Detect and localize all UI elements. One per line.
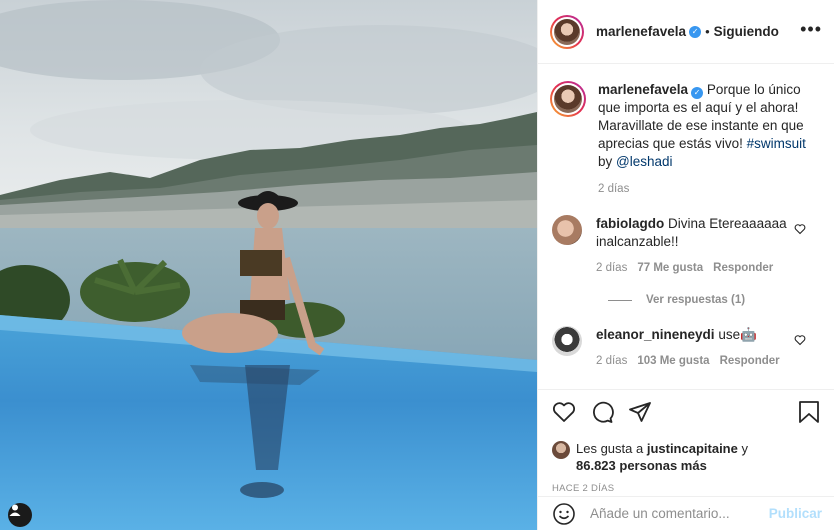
save-bookmark-icon[interactable] — [798, 400, 820, 424]
like-comment-heart-icon[interactable] — [794, 334, 806, 346]
publish-button[interactable]: Publicar — [769, 506, 822, 521]
likes-summary: Les gusta a justincapitaine y 86.823 per… — [552, 440, 820, 474]
post-header: marlenefavela ✓ • Siguiendo ••• — [538, 0, 834, 64]
hashtag-link[interactable]: #swimsuit — [747, 136, 806, 151]
caption-text: marlenefavela ✓ Porque lo único que impor… — [598, 81, 813, 171]
post-photo[interactable] — [0, 0, 537, 530]
tagged-users-button[interactable] — [8, 503, 32, 527]
share-send-icon[interactable] — [628, 400, 652, 424]
instagram-post: marlenefavela ✓ • Siguiendo ••• marlenef… — [0, 0, 834, 530]
author-username[interactable]: marlenefavela — [596, 24, 686, 39]
likes-count[interactable]: 86.823 personas más — [576, 458, 707, 473]
comment-username[interactable]: eleanor_nineneydi — [596, 327, 715, 342]
comment-text: eleanor_nineneydi use🤖 — [596, 326, 796, 344]
comment-meta: 2 días 77 Me gusta Responder — [596, 262, 796, 274]
liker-username[interactable]: justincapitaine — [647, 441, 738, 456]
reply-button[interactable]: Responder — [720, 355, 780, 367]
caption-username[interactable]: marlenefavela — [598, 82, 688, 97]
replies-divider — [608, 299, 632, 301]
verified-badge-icon: ✓ — [689, 25, 702, 38]
comment-likes[interactable]: 77 Me gusta — [637, 262, 703, 274]
follow-status-button[interactable]: Siguiendo — [714, 24, 779, 39]
emoji-smiley-icon[interactable] — [552, 502, 576, 526]
comment-item: eleanor_nineneydi use🤖 2 días 103 Me gus… — [550, 326, 820, 367]
commenter-avatar[interactable] — [552, 215, 582, 245]
photo-illustration — [0, 0, 537, 530]
post-actions: Les gusta a justincapitaine y 86.823 per… — [538, 389, 834, 494]
comment-username[interactable]: fabiolagdo — [596, 216, 664, 231]
post-date[interactable]: HACE 2 DÍAS — [552, 483, 820, 494]
likes-suffix: y — [737, 441, 748, 456]
comment-item: fabiolagdo Divina Etereaaaaaa inalcanzab… — [550, 215, 820, 274]
comment-bubble-icon[interactable] — [590, 400, 614, 424]
post-side-panel: marlenefavela ✓ • Siguiendo ••• marlenef… — [537, 0, 834, 530]
liker-avatar[interactable] — [552, 441, 570, 459]
mention-link[interactable]: @leshadi — [616, 154, 673, 169]
view-replies-button[interactable]: Ver respuestas (1) — [608, 294, 820, 306]
comment-input[interactable] — [590, 506, 769, 521]
caption-by: by — [598, 154, 617, 169]
separator-dot: • — [705, 24, 710, 39]
comment-time[interactable]: 2 días — [596, 355, 627, 367]
comments-list[interactable]: marlenefavela ✓ Porque lo único que impor… — [538, 65, 834, 388]
caption: marlenefavela ✓ Porque lo único que impor… — [550, 81, 820, 171]
add-comment-bar: Publicar — [538, 496, 834, 530]
like-heart-icon[interactable] — [552, 400, 576, 424]
caption-avatar[interactable] — [550, 81, 586, 117]
author-avatar[interactable] — [550, 14, 584, 49]
comment-meta: 2 días 103 Me gusta Responder — [596, 355, 796, 367]
caption-time[interactable]: 2 días — [598, 183, 820, 195]
verified-badge-icon: ✓ — [691, 87, 704, 99]
reply-button[interactable]: Responder — [713, 262, 773, 274]
commenter-avatar[interactable] — [552, 326, 582, 356]
comment-text: fabiolagdo Divina Etereaaaaaa inalcanzab… — [596, 215, 796, 251]
more-options-icon[interactable]: ••• — [800, 20, 822, 40]
user-icon — [9, 504, 21, 516]
action-icons — [552, 400, 820, 424]
like-comment-heart-icon[interactable] — [794, 223, 806, 235]
comment-body: use🤖 — [718, 327, 757, 342]
comment-time[interactable]: 2 días — [596, 262, 627, 274]
likes-prefix: Les gusta a — [576, 441, 647, 456]
comment-likes[interactable]: 103 Me gusta — [637, 355, 709, 367]
view-replies-label: Ver respuestas (1) — [646, 294, 746, 306]
